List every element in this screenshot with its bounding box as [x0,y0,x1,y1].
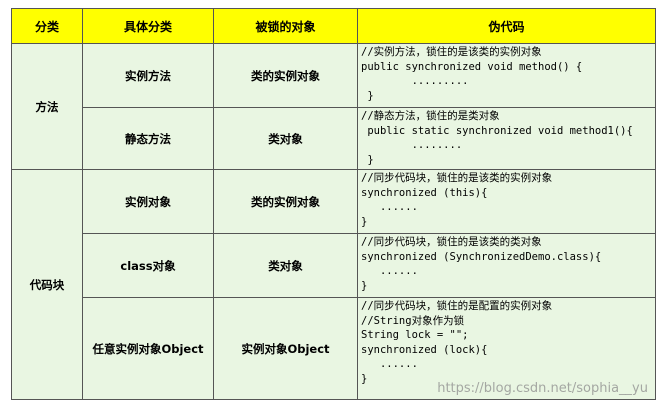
code-line: synchronized (SynchronizedDemo.class){ [361,250,602,263]
code-line: synchronized (this){ [361,186,488,199]
code-line: } [361,215,368,228]
group-code-block: 代码块 [11,169,83,400]
group-method: 方法 [11,43,83,170]
code-line: public synchronized void method() { [361,60,583,73]
code-line: synchronized (lock){ [361,343,488,356]
synchronized-table: 分类 具体分类 被锁的对象 伪代码 方法 实例方法 类的实例对象 //实例方法，… [11,8,656,400]
locked-object-cell: 类对象 [213,107,358,170]
table-row: 代码块 实例对象 类的实例对象 //同步代码块，锁住的是该类的实例对象 synch… [11,169,656,400]
code-line: } [361,153,374,166]
code-line: //同步代码块，锁住的是该类的类对象 [361,236,542,248]
code-line: public static synchronized void method1(… [361,124,633,137]
subcategory-cell: 实例方法 [82,43,214,108]
code-line: ...... [361,358,418,370]
header-locked-object: 被锁的对象 [213,8,358,44]
table-row: class对象 类对象 //同步代码块，锁住的是该类的类对象 synchroniz… [12,233,656,298]
subcategory-cell: 静态方法 [82,107,214,170]
code-line: ......... [361,75,469,87]
code-line: String lock = ""; [361,329,469,341]
code-line: //同步代码块，锁住的是配置的实例对象 [361,300,553,312]
locked-object-cell: 实例对象Object [213,297,358,400]
header-row: 分类 具体分类 被锁的对象 伪代码 [11,8,656,44]
locked-object-cell: 类的实例对象 [213,43,358,108]
code-line: //静态方法，锁住的是类对象 [361,110,500,122]
watermark: https://blog.csdn.net/sophia__yu [437,381,648,396]
header-category: 分类 [11,8,83,44]
pseudocode-cell: //静态方法，锁住的是类对象 public static synchronize… [357,107,656,170]
header-pseudocode: 伪代码 [357,8,656,44]
pseudocode-cell: //同步代码块，锁住的是该类的类对象 synchronized (Synchron… [357,233,656,298]
code-line: //实例方法，锁住的是该类的实例对象 [361,46,542,58]
pseudocode-cell: //同步代码块，锁住的是该类的实例对象 synchronized (this){ … [357,169,656,234]
code-line: //String对象作为锁 [361,314,465,327]
subcategory-cell: class对象 [82,233,214,298]
code-line: } [361,89,374,102]
locked-object-cell: 类对象 [213,233,358,298]
code-line: } [361,279,368,292]
code-line: ........ [361,139,463,151]
code-line: ...... [361,265,418,277]
table-row: 方法 实例方法 类的实例对象 //实例方法，锁住的是该类的实例对象 public … [11,43,656,170]
table-row: 静态方法 类对象 //静态方法，锁住的是类对象 public static sy… [12,107,656,170]
locked-object-cell: 类的实例对象 [213,169,358,234]
pseudocode-cell: //实例方法，锁住的是该类的实例对象 public synchronized vo… [357,43,656,108]
code-line: ...... [361,201,418,213]
header-subcategory: 具体分类 [82,8,214,44]
subcategory-cell: 任意实例对象Object [82,297,214,400]
subcategory-cell: 实例对象 [82,169,214,234]
code-line: //同步代码块，锁住的是该类的实例对象 [361,172,553,184]
